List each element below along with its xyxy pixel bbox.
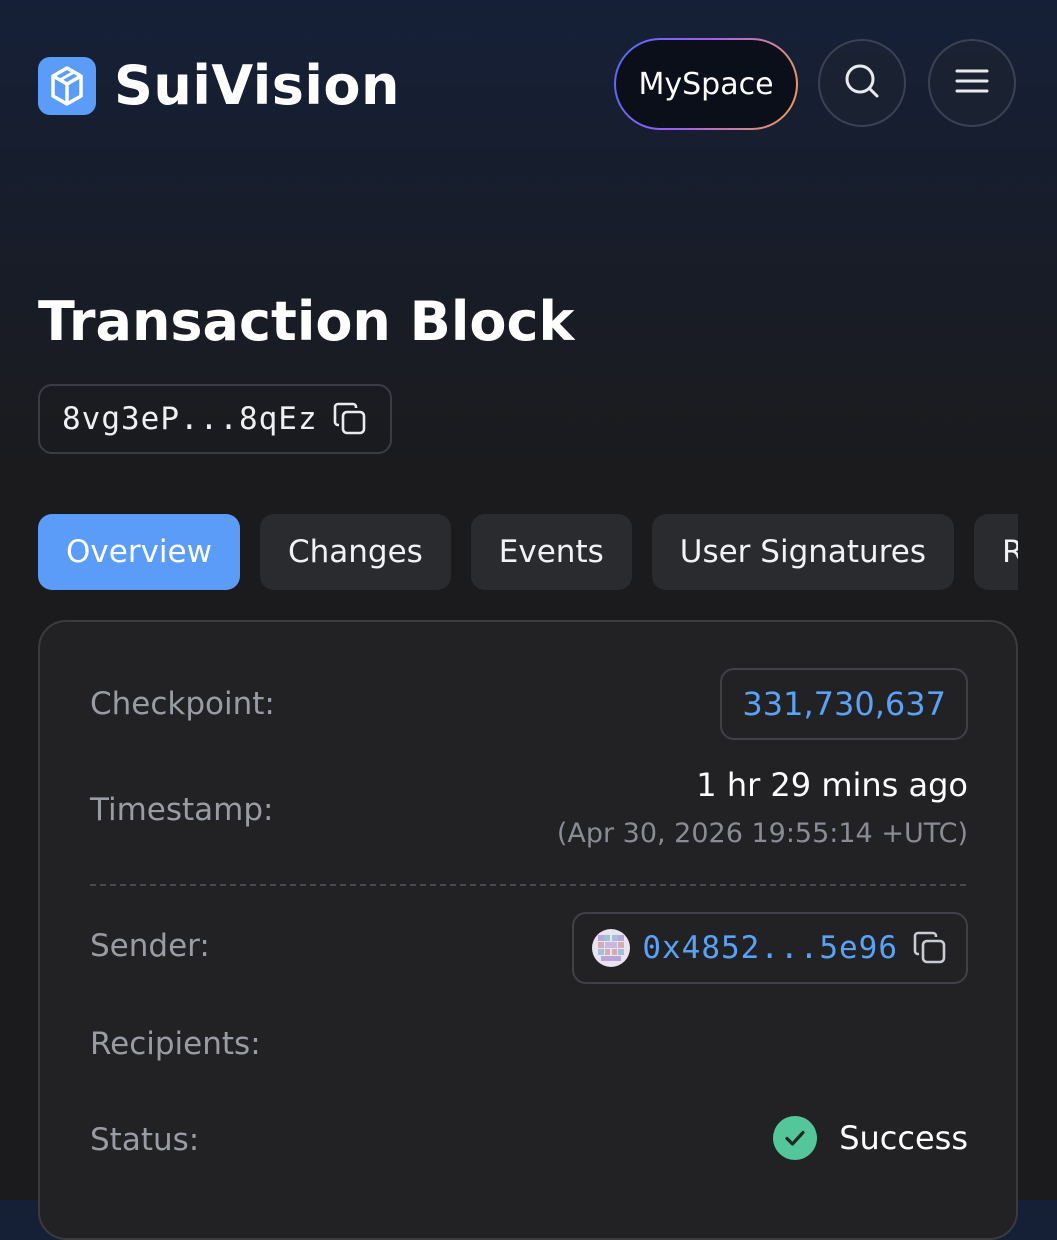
tab-changes[interactable]: Changes — [259, 514, 451, 590]
timestamp-relative: 1 hr 29 mins ago — [696, 766, 968, 804]
tab-bar: Overview Changes Events User Signatures … — [38, 514, 1018, 592]
timestamp-label: Timestamp: — [90, 792, 274, 828]
brand-logo[interactable]: SuiVision — [38, 54, 400, 117]
copy-icon[interactable] — [912, 930, 948, 966]
overview-card: Checkpoint: 331,730,637 Timestamp: 1 hr … — [38, 620, 1018, 1240]
sender-address: 0x4852...5e96 — [642, 930, 898, 966]
tab-user-signatures[interactable]: User Signatures — [651, 514, 954, 590]
copy-icon[interactable] — [332, 401, 368, 437]
tx-hash: 8vg3eP...8qEz — [62, 401, 318, 437]
tab-raw[interactable]: Ra — [973, 514, 1018, 590]
tx-hash-chip[interactable]: 8vg3eP...8qEz — [38, 384, 392, 454]
checkpoint-label: Checkpoint: — [90, 686, 275, 722]
search-button[interactable] — [818, 39, 906, 127]
sender-chip[interactable]: 0x4852...5e96 — [572, 912, 968, 984]
sender-label: Sender: — [90, 928, 210, 964]
brand-name: SuiVision — [114, 54, 400, 117]
timestamp-absolute: (Apr 30, 2026 19:55:14 +UTC) — [556, 818, 968, 849]
checkpoint-link[interactable]: 331,730,637 — [720, 668, 968, 740]
avatar — [592, 929, 631, 967]
hamburger-menu-icon — [954, 67, 990, 99]
status-label: Status: — [90, 1122, 200, 1158]
myspace-button-border: MySpace — [614, 38, 798, 130]
tab-overview[interactable]: Overview — [38, 514, 240, 590]
myspace-button[interactable]: MySpace — [616, 40, 796, 128]
tab-events[interactable]: Events — [470, 514, 632, 590]
menu-button[interactable] — [928, 39, 1016, 127]
status-value: Success — [773, 1116, 968, 1160]
suivision-logo-icon — [38, 56, 96, 115]
search-icon — [842, 61, 882, 105]
page-title: Transaction Block — [38, 290, 575, 353]
status-text: Success — [839, 1119, 968, 1157]
top-bar: SuiVision MySpace — [0, 0, 1057, 170]
success-check-icon — [773, 1116, 818, 1160]
recipients-label: Recipients: — [90, 1026, 261, 1062]
divider — [90, 884, 966, 886]
